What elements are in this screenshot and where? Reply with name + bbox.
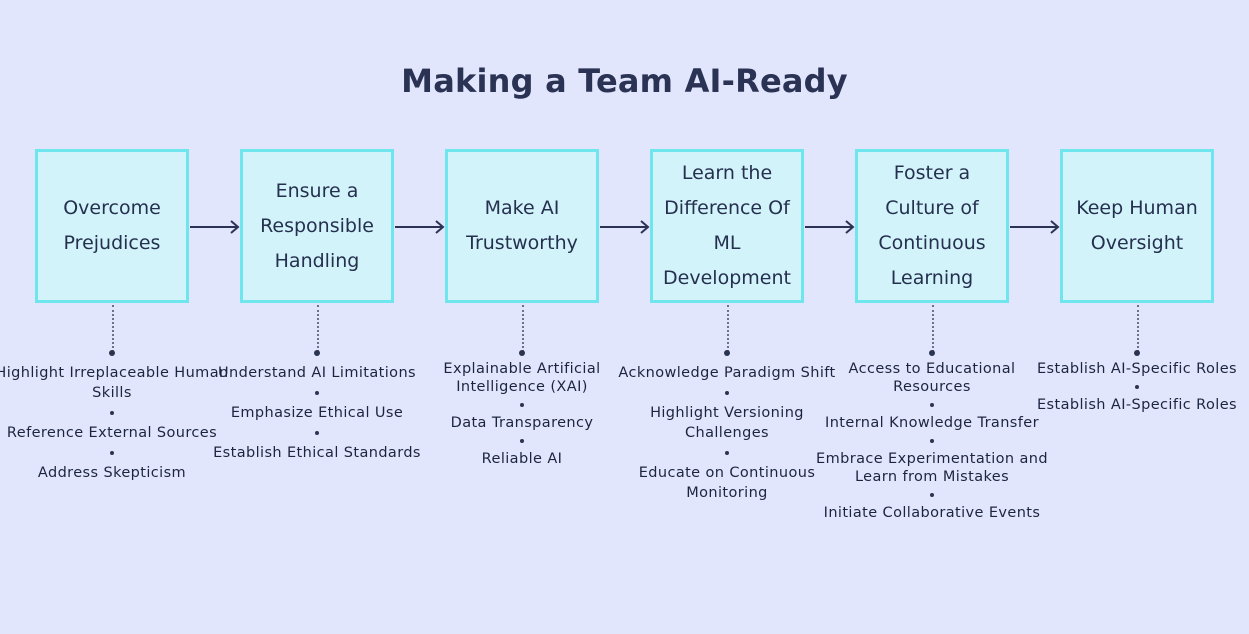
bullet-separator <box>315 391 319 395</box>
bullet-separator <box>930 439 934 443</box>
step-detail-list: Establish AI-Specific Roles Establish AI-… <box>1020 360 1249 414</box>
step-detail-list: Understand AI Limitations Emphasize Ethic… <box>200 363 434 463</box>
bullet-separator <box>1135 385 1139 389</box>
step-3: Make AI Trustworthy Explainable Artificial… <box>443 149 600 467</box>
flow-arrow-icon <box>190 220 240 234</box>
detail-item: Access to Educational Resources <box>848 361 1016 395</box>
connector-dot <box>929 350 935 356</box>
connector-dot <box>109 350 115 356</box>
step-detail-list: Explainable Artificial Intelligence (XAI… <box>405 360 639 468</box>
step-label-line: Handling <box>274 249 360 272</box>
detail-item: Highlight Irreplaceable Human Skills <box>0 365 229 401</box>
step-label-line: Development <box>663 267 791 289</box>
connector-line <box>932 305 934 352</box>
detail-item: Emphasize Ethical Use <box>230 405 404 421</box>
detail-item: Explainable Artificial Intelligence (XAI… <box>443 361 601 395</box>
bullet-separator <box>930 493 934 497</box>
detail-item: Data Transparency <box>450 415 594 431</box>
step-5: Foster a Culture of Continuous Learning Acce… <box>816 149 1048 521</box>
detail-item: Understand AI Limitations <box>218 365 416 381</box>
step-detail-list: Highlight Irreplaceable Human Skills Refe… <box>0 363 229 483</box>
step-1: Overcome Prejudices Highlight Irreplaceabl… <box>0 149 228 481</box>
step-label-line: Keep Human <box>1076 197 1198 219</box>
step-label-line: Continuous <box>878 232 986 254</box>
step-box: Ensure a Responsible Handling <box>240 149 394 303</box>
bullet-separator <box>725 451 729 455</box>
step-label-line: Oversight <box>1090 232 1184 254</box>
bullet-separator <box>520 403 524 407</box>
step-label-line: Learn the <box>681 162 773 184</box>
detail-item: Embrace Experimentation and Learn from M… <box>816 451 1048 485</box>
diagram-title: Making a Team AI-Ready <box>401 62 848 100</box>
step-box: Overcome Prejudices <box>35 149 189 303</box>
detail-item: Acknowledge Paradigm Shift <box>618 365 836 381</box>
step-label: Foster a Culture of Continuous Learning <box>878 156 985 296</box>
flow-arrow-icon <box>395 220 445 234</box>
bullet-separator <box>315 431 319 435</box>
step-label-line: Culture of <box>885 197 979 219</box>
step-box: Make AI Trustworthy <box>445 149 599 303</box>
connector-line <box>522 305 524 352</box>
detail-item: Reference External Sources <box>6 425 218 441</box>
detail-item: Address Skepticism <box>37 465 187 481</box>
step-label-line: Overcome <box>63 197 161 219</box>
detail-item: Establish Ethical Standards <box>213 445 421 461</box>
step-label: Overcome Prejudices <box>63 191 161 261</box>
connector-dot <box>724 350 730 356</box>
flow-arrow-icon <box>1010 220 1060 234</box>
detail-item: Reliable AI <box>481 451 563 467</box>
step-label: Make AI Trustworthy <box>466 191 578 261</box>
flow-arrow-icon <box>600 220 650 234</box>
step-label-line: ML <box>713 232 741 254</box>
connector-dot <box>1134 350 1140 356</box>
connector-dot <box>314 350 320 356</box>
connector-line <box>727 305 729 352</box>
connector-line <box>112 305 114 352</box>
step-label-line: Responsible <box>260 214 374 237</box>
step-label-line: Make AI <box>484 197 560 219</box>
step-6: Keep Human Oversight Establish AI-Specific… <box>1037 149 1237 413</box>
bullet-separator <box>520 439 524 443</box>
step-label-line: Foster a <box>893 162 971 184</box>
step-label: Learn the Difference Of ML Development <box>663 156 791 296</box>
step-4: Learn the Difference Of ML Development Ackno… <box>618 149 835 501</box>
detail-item: Educate on Continuous Monitoring <box>638 465 816 501</box>
detail-item: Internal Knowledge Transfer <box>825 415 1039 431</box>
step-detail-list: Access to Educational Resources Internal … <box>815 360 1049 522</box>
step-label: Keep Human Oversight <box>1076 191 1198 261</box>
step-label-line: Trustworthy <box>466 232 578 254</box>
connector-line <box>317 305 319 352</box>
step-label: Ensure a Responsible Handling <box>260 174 374 279</box>
step-label-line: Prejudices <box>63 232 161 254</box>
step-detail-list: Acknowledge Paradigm Shift Highlight Vers… <box>610 363 844 503</box>
detail-item: Establish AI-Specific Roles <box>1037 397 1237 413</box>
step-box: Foster a Culture of Continuous Learning <box>855 149 1009 303</box>
connector-dot <box>519 350 525 356</box>
step-label-line: Learning <box>890 267 974 289</box>
connector-line <box>1137 305 1139 352</box>
flow-arrow-icon <box>805 220 855 234</box>
bullet-separator <box>725 391 729 395</box>
bullet-separator <box>110 411 114 415</box>
detail-item: Initiate Collaborative Events <box>823 505 1041 521</box>
step-box: Learn the Difference Of ML Development <box>650 149 804 303</box>
step-box: Keep Human Oversight <box>1060 149 1214 303</box>
bullet-separator <box>110 451 114 455</box>
step-2: Ensure a Responsible Handling Understand AI… <box>213 149 420 461</box>
detail-item: Highlight Versioning Challenges <box>650 405 804 441</box>
step-label-line: Ensure a <box>275 179 359 202</box>
detail-item: Establish AI-Specific Roles <box>1037 361 1237 377</box>
step-label-line: Difference Of <box>664 197 790 219</box>
bullet-separator <box>930 403 934 407</box>
